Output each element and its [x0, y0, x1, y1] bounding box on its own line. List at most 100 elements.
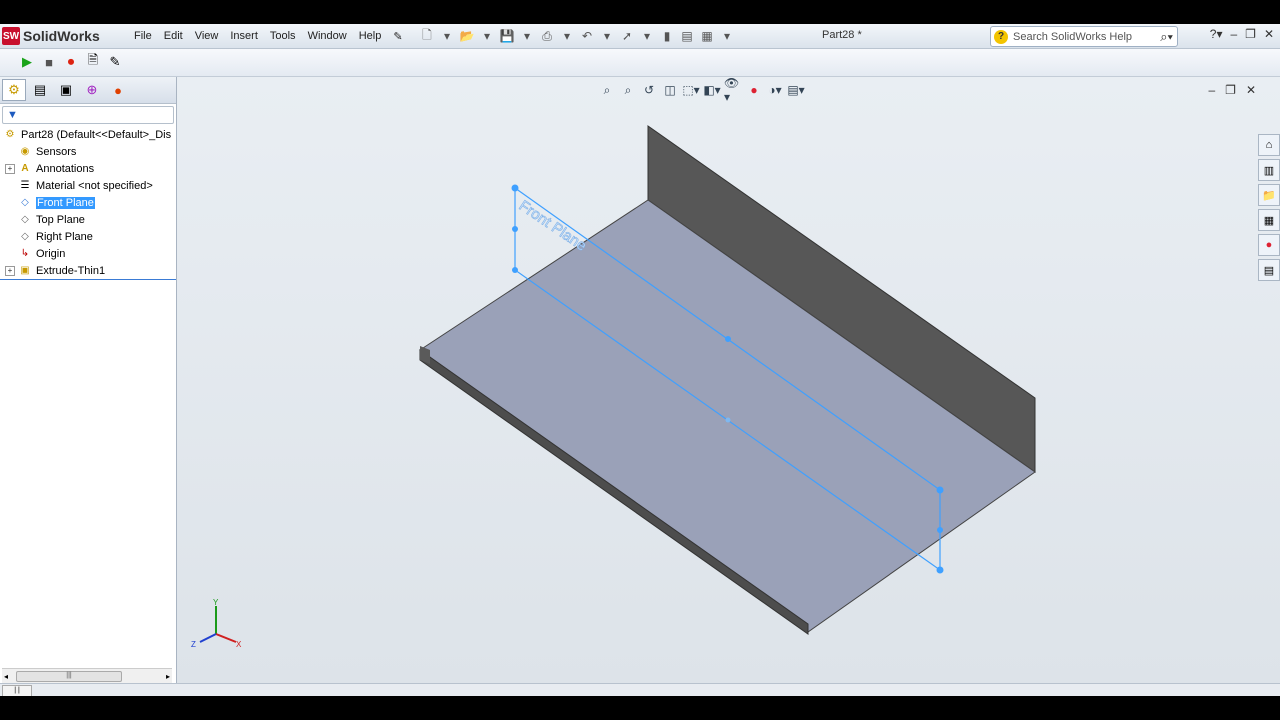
select-pointer-icon[interactable]: ➚: [618, 27, 636, 45]
dropdown-arrow-icon[interactable]: ▾: [478, 27, 496, 45]
options-icon[interactable]: ▦: [698, 27, 716, 45]
dropdown-arrow-icon[interactable]: ▾: [638, 27, 656, 45]
status-bar: | |: [0, 683, 1280, 696]
dropdown-arrow-icon[interactable]: ▾: [598, 27, 616, 45]
hide-show-items-icon[interactable]: 👁▾: [724, 76, 742, 104]
file-explorer-icon[interactable]: 📁: [1258, 184, 1280, 206]
tree-item-sensors[interactable]: ◉ Sensors: [0, 143, 176, 160]
minimize-icon[interactable]: –: [1208, 83, 1215, 97]
help-search[interactable]: ? Search SolidWorks Help ⌕▾: [990, 26, 1178, 47]
extrude-icon: ▣: [20, 265, 30, 276]
tree-item-annotations[interactable]: + A Annotations: [0, 160, 176, 177]
window-controls: ?▾ – ❐ ✕: [1210, 27, 1274, 41]
menu-file[interactable]: File: [128, 30, 158, 42]
undo-icon[interactable]: ↶: [578, 27, 596, 45]
scroll-right-icon[interactable]: ▸: [166, 672, 170, 681]
tree-item-label: Origin: [36, 247, 66, 260]
file-properties-icon[interactable]: ▤: [678, 27, 696, 45]
save-icon[interactable]: 💾: [498, 27, 516, 45]
expand-icon[interactable]: +: [5, 163, 15, 174]
search-icon[interactable]: ⌕▾: [1160, 29, 1173, 45]
tree-horizontal-scrollbar[interactable]: ◂ ||| ▸: [2, 668, 172, 683]
rollback-bar[interactable]: [0, 279, 176, 280]
triad-y-label: Y: [213, 598, 219, 607]
graphics-area[interactable]: Front Plane ⌕ ⌕ ↺ ◫ ⬚▾ ◧▾ 👁▾ ● ◑▾ ▤▾ – ❐…: [177, 76, 1280, 683]
filter-icon: ▼: [7, 109, 18, 121]
tree-item-material[interactable]: ☰ Material <not specified>: [0, 177, 176, 194]
previous-view-icon[interactable]: ↺: [640, 81, 658, 99]
stop-macro-icon[interactable]: ■: [40, 53, 58, 71]
appearances-icon[interactable]: ●: [1258, 234, 1280, 256]
app-brand: SolidWorks: [23, 28, 100, 44]
viewport-window-controls: – ❐ ✕: [1208, 83, 1256, 97]
tree-item-extrude-thin1[interactable]: + ▣ Extrude-Thin1: [0, 262, 176, 279]
triad-x-label: X: [236, 640, 242, 649]
plane-icon: ◇: [21, 231, 29, 242]
feature-manager-tab-icon[interactable]: ⚙: [2, 79, 26, 101]
tree-item-top-plane[interactable]: ◇ Top Plane: [0, 211, 176, 228]
view-orientation-icon[interactable]: ⬚▾: [682, 81, 700, 99]
new-document-icon[interactable]: 🗋: [418, 27, 436, 45]
close-icon[interactable]: ✕: [1246, 83, 1256, 97]
scroll-left-icon[interactable]: ◂: [4, 672, 8, 681]
design-library-icon[interactable]: ▥: [1258, 159, 1280, 181]
dropdown-arrow-icon[interactable]: ▾: [438, 27, 456, 45]
material-icon: ☰: [20, 180, 30, 191]
menu-help[interactable]: Help: [353, 30, 388, 42]
run-macro-icon[interactable]: ▶: [18, 53, 36, 71]
zoom-to-fit-icon[interactable]: ⌕: [598, 81, 616, 99]
origin-icon: ↳: [20, 248, 30, 259]
new-macro-icon[interactable]: 🗎: [84, 52, 102, 71]
tree-item-label: Annotations: [36, 162, 95, 175]
property-manager-tab-icon[interactable]: ▤: [28, 79, 52, 101]
view-palette-icon[interactable]: ▦: [1258, 209, 1280, 231]
edit-macro-icon[interactable]: ✎: [106, 53, 124, 71]
dropdown-arrow-icon[interactable]: ▾: [718, 27, 736, 45]
view-settings-icon[interactable]: ▤▾: [787, 81, 805, 99]
edit-appearance-icon[interactable]: ●: [745, 81, 763, 99]
display-manager-tab-icon[interactable]: ●: [106, 79, 130, 101]
help-question-icon: ?: [994, 29, 1008, 44]
tree-item-right-plane[interactable]: ◇ Right Plane: [0, 228, 176, 245]
heads-up-view-toolbar: ⌕ ⌕ ↺ ◫ ⬚▾ ◧▾ 👁▾ ● ◑▾ ▤▾: [598, 76, 805, 104]
tree-filter[interactable]: ▼: [2, 106, 174, 124]
minimize-icon[interactable]: –: [1230, 27, 1237, 41]
pin-icon[interactable]: ✎: [387, 30, 408, 43]
menu-window[interactable]: Window: [302, 30, 353, 42]
dropdown-arrow-icon[interactable]: ▾: [558, 27, 576, 45]
display-style-icon[interactable]: ◧▾: [703, 81, 721, 99]
menu-edit[interactable]: Edit: [158, 30, 189, 42]
solidworks-logo-icon: SW: [2, 27, 20, 45]
status-bar-toggle-button[interactable]: | |: [2, 685, 32, 696]
plane-label: Front Plane: [516, 197, 590, 254]
dimxpert-manager-tab-icon[interactable]: ⊕: [80, 79, 104, 101]
menu-view[interactable]: View: [189, 30, 225, 42]
tree-root[interactable]: ⚙ Part28 (Default<<Default>_Dis: [0, 126, 176, 143]
expand-icon[interactable]: +: [5, 265, 15, 276]
dropdown-arrow-icon[interactable]: ▾: [518, 27, 536, 45]
app-logo[interactable]: SW SolidWorks: [2, 26, 100, 46]
section-view-icon[interactable]: ◫: [661, 81, 679, 99]
rebuild-icon[interactable]: ▮: [658, 27, 676, 45]
tree-item-front-plane[interactable]: ◇ Front Plane: [0, 194, 176, 211]
task-pane-tabs: ⌂ ▥ 📁 ▦ ● ▤: [1258, 134, 1280, 281]
menu-tools[interactable]: Tools: [264, 30, 302, 42]
sensor-icon: ◉: [20, 146, 30, 157]
close-icon[interactable]: ✕: [1264, 27, 1274, 41]
restore-icon[interactable]: ❐: [1225, 83, 1236, 97]
restore-icon[interactable]: ❐: [1245, 27, 1256, 41]
help-icon[interactable]: ?▾: [1210, 27, 1223, 41]
menu-insert[interactable]: Insert: [224, 30, 264, 42]
open-folder-icon[interactable]: 📂: [458, 27, 476, 45]
apply-scene-icon[interactable]: ◑▾: [766, 81, 784, 99]
model-view[interactable]: Front Plane: [177, 77, 1280, 683]
tree-item-origin[interactable]: ↳ Origin: [0, 245, 176, 262]
zoom-to-area-icon[interactable]: ⌕: [619, 81, 637, 99]
solidworks-resources-icon[interactable]: ⌂: [1258, 134, 1280, 156]
configuration-manager-tab-icon[interactable]: ▣: [54, 79, 78, 101]
print-icon[interactable]: ⎙: [538, 27, 556, 45]
search-input[interactable]: Search SolidWorks Help: [1013, 31, 1160, 43]
record-macro-icon[interactable]: ⏺: [62, 53, 80, 71]
scrollbar-thumb[interactable]: |||: [16, 671, 122, 682]
custom-properties-icon[interactable]: ▤: [1258, 259, 1280, 281]
